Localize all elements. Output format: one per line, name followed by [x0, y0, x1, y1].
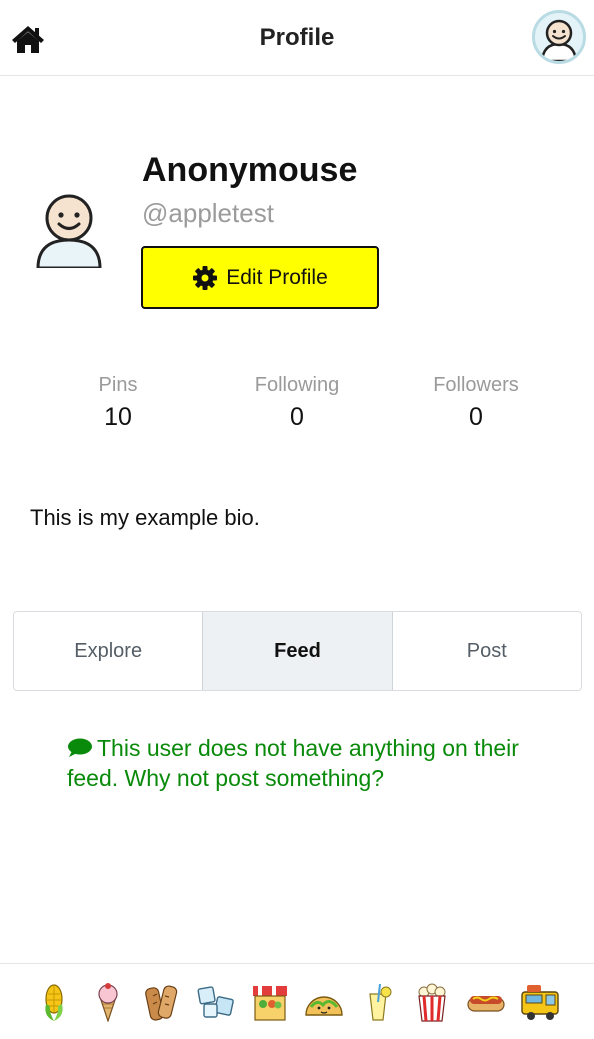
profile-avatar [34, 186, 104, 270]
tab-feed[interactable]: Feed [202, 612, 392, 690]
stat-value: 0 [290, 403, 304, 431]
username-handle: @appletest [142, 198, 274, 228]
tab-post[interactable]: Post [391, 612, 581, 690]
tab-explore[interactable]: Explore [14, 612, 202, 690]
taco-icon[interactable] [303, 981, 345, 1023]
food-truck-icon[interactable] [519, 981, 561, 1023]
ice-cream-icon[interactable] [87, 981, 129, 1023]
popcorn-icon[interactable] [411, 981, 453, 1023]
bottom-nav [0, 963, 594, 1039]
top-bar: Profile [0, 0, 594, 76]
profile-tabs: Explore Feed Post [13, 611, 582, 691]
empty-feed-text: This user does not have anything on thei… [67, 735, 519, 791]
edit-profile-button[interactable]: Edit Profile [141, 246, 379, 309]
stat-label: Pins [98, 374, 138, 396]
stat-following: Following 0 [207, 374, 387, 432]
baguette-icon[interactable] [141, 981, 183, 1023]
stat-label: Followers [433, 374, 519, 396]
profile-bio: This is my example bio. [30, 505, 260, 530]
chat-bubble-icon [68, 738, 92, 757]
stat-value: 10 [104, 403, 132, 431]
account-avatar-button[interactable] [532, 10, 586, 64]
stat-value: 0 [469, 403, 483, 431]
empty-feed-message: This user does not have anything on thei… [67, 733, 547, 793]
user-avatar-icon [36, 194, 102, 270]
gear-icon [193, 265, 218, 290]
lemonade-icon[interactable] [357, 981, 399, 1023]
page-title: Profile [259, 24, 335, 51]
stat-label: Following [254, 374, 340, 396]
corn-icon[interactable] [33, 981, 75, 1023]
display-name: Anonymouse [142, 151, 358, 189]
avatar-icon [540, 19, 578, 61]
market-stall-icon[interactable] [249, 981, 291, 1023]
ice-cubes-icon[interactable] [195, 981, 237, 1023]
hot-dog-icon[interactable] [465, 981, 507, 1023]
stat-pins: Pins 10 [28, 374, 208, 432]
edit-profile-label: Edit Profile [226, 265, 328, 289]
stat-followers: Followers 0 [386, 374, 566, 432]
profile-stats: Pins 10 Following 0 Followers 0 [0, 374, 594, 438]
